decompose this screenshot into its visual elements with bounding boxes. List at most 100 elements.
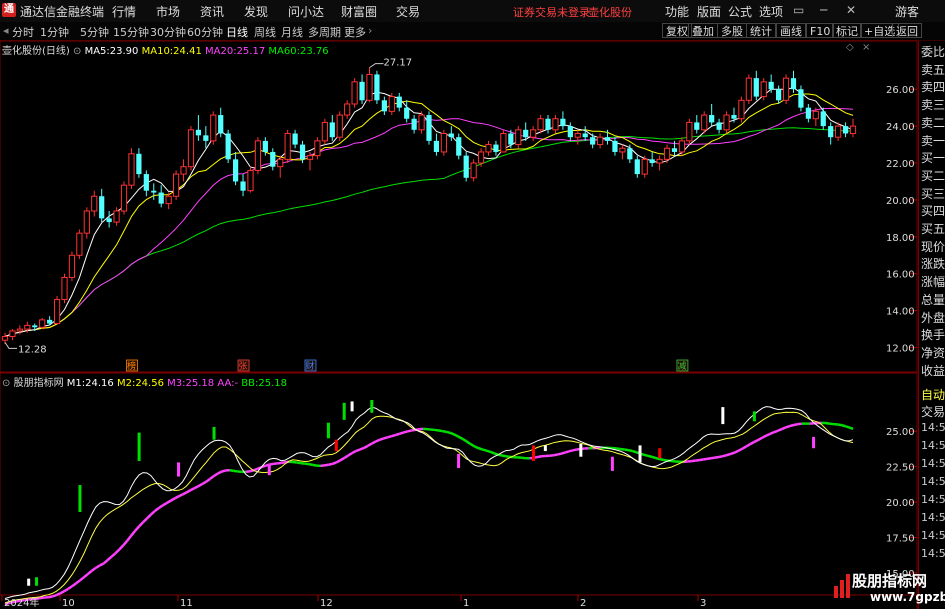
high-pointer [369, 63, 384, 69]
candle-body-down [694, 122, 700, 130]
candle-body-down [671, 148, 678, 152]
panel-settings-icon[interactable]: ◇ [846, 42, 854, 53]
candle-body-down [106, 218, 112, 223]
candle-body-down [411, 118, 417, 130]
m3-line-segment [367, 442, 373, 447]
auto-trade-toggle[interactable]: 自动 [921, 386, 945, 403]
m3-line-segment [48, 595, 53, 599]
panel-close-icon[interactable]: × [862, 42, 870, 53]
sidebar-item: 买四 [921, 204, 945, 219]
candle-body-up [254, 140, 262, 171]
candle-body-up [9, 330, 16, 337]
sidebar-item: 涨幅 [921, 275, 945, 290]
m3-line-segment [379, 437, 385, 441]
sidebar-item: 卖三 [921, 98, 945, 113]
m3-line-segment [489, 450, 495, 455]
candle-body-up [663, 147, 671, 160]
watermark-url: www.7gpzb.com [870, 590, 945, 604]
candle-body-up [187, 129, 195, 168]
candle-body-up [336, 114, 343, 138]
price-label: 20.00 [886, 196, 915, 207]
main-legend: 壶化股份(日线) ⊙ MA5:23.90 MA10:24.41 MA20:25.… [2, 42, 329, 57]
m3-line-segment [738, 447, 744, 452]
m3-line-segment [79, 576, 85, 582]
m3-line-segment [351, 449, 357, 455]
m3-line-segment [162, 501, 168, 507]
m3-line-segment [166, 499, 172, 505]
ma10-label: MA10: [141, 46, 174, 57]
m3-line-segment [564, 450, 570, 454]
candle-body-down [790, 78, 797, 90]
sidebar-item: 买二 [921, 168, 945, 183]
event-marker-label: 张 [239, 361, 248, 372]
m3-line-segment [568, 449, 574, 453]
m3-line-segment [146, 513, 152, 520]
m3-line-segment [745, 442, 752, 448]
m3-line-segment [553, 453, 558, 457]
m3-line-segment [300, 461, 305, 465]
m3-line-segment [698, 458, 704, 462]
candle-body-up [113, 210, 120, 223]
indicator-label: 22.50 [886, 463, 915, 474]
legend-toggle-icon[interactable]: ⊙ [73, 46, 81, 57]
signal-bar [812, 436, 816, 449]
sidebar-item: 买三 [921, 186, 945, 201]
m3-line-segment [663, 458, 668, 462]
ma20-label: MA20: [205, 46, 237, 57]
signal-bar [212, 426, 216, 440]
m3-line-segment [387, 434, 392, 439]
signal-bar [543, 445, 547, 452]
candle-body-down [47, 319, 53, 324]
m3-line-segment [706, 457, 712, 461]
tick-time: 14:54 [921, 439, 945, 452]
m3-line-segment [837, 423, 842, 427]
candle-body-up [418, 114, 425, 131]
signal-bar [334, 439, 338, 452]
m3-line-segment [122, 539, 129, 547]
candle-body-up [596, 136, 604, 146]
candle-body-down [776, 89, 782, 101]
candle-body-down [195, 129, 202, 136]
m3-line-segment [158, 504, 164, 510]
m3-line-segment [627, 448, 633, 453]
candle-body-down [590, 137, 596, 145]
tick-time: 14:54 [921, 421, 945, 434]
sub-toggle-icon[interactable]: ⊙ [2, 378, 10, 389]
m3-line-segment [91, 566, 97, 572]
tick-time: 14:56 [921, 529, 945, 542]
candle-body-up [366, 73, 373, 101]
candle-body-up [485, 144, 492, 153]
signal-bar [457, 453, 461, 469]
ma60-label: MA60: [268, 46, 300, 57]
sidebar-item: 卖一 [921, 133, 945, 148]
low-pointer [4, 342, 17, 349]
trade-tab[interactable]: 交易 [921, 403, 945, 420]
m3-line-segment [328, 462, 333, 466]
candle-body-down [99, 196, 105, 219]
signal-bar [177, 462, 181, 477]
candle-body-down [433, 140, 440, 152]
m3-line-segment [620, 447, 625, 451]
m3-line-segment [659, 457, 664, 462]
candle-body-up [180, 166, 187, 175]
m3-line-segment [481, 448, 487, 452]
candle-body-up [344, 103, 351, 116]
m3-line-segment [457, 435, 464, 440]
candle-body-up [53, 299, 61, 325]
m3-line-segment [848, 426, 854, 430]
m3-line-segment [477, 446, 483, 451]
m3-line-segment [781, 426, 787, 431]
candle-body-down [627, 148, 633, 160]
m3-line-segment [556, 452, 562, 456]
candle-body-down [612, 140, 618, 152]
m3-line-segment [339, 456, 345, 462]
m3-line-segment [189, 487, 195, 492]
candle-body-down [768, 81, 774, 90]
sidebar-item: 卖二 [921, 115, 945, 130]
m3-line-segment [99, 562, 105, 567]
candle-body-up [619, 147, 626, 153]
candle-body-down [136, 153, 142, 175]
chart-area[interactable]: 26.00 24.00 22.00 20.00 18.00 16.00 14.00 12.00… [0, 0, 918, 609]
candle-body-up [574, 133, 581, 138]
m3-line-segment [399, 431, 404, 436]
